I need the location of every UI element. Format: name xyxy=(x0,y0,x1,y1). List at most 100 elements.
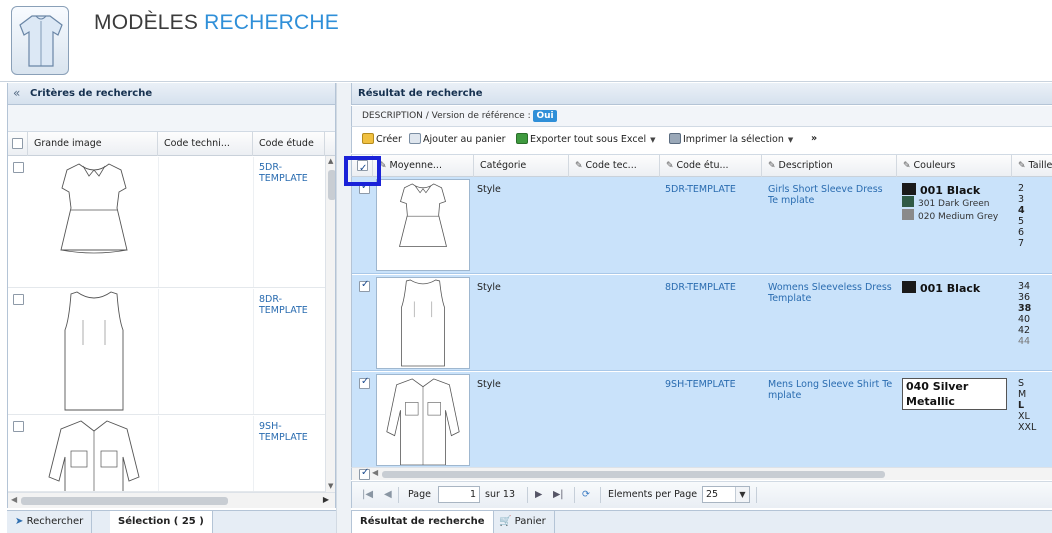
col-grande-image[interactable]: Grande image xyxy=(28,132,158,156)
size-item: 2 xyxy=(1018,183,1025,194)
table-row[interactable]: Style 8DR-TEMPLATE Womens Sleeveless Dre… xyxy=(352,275,1052,371)
tab-selection[interactable]: Sélection ( 25 ) xyxy=(110,511,213,533)
pagination-bar: |◀ ◀ Page 1 sur 13 ▶ ▶| ⟳ Elements per P… xyxy=(351,481,1052,508)
search-criteria-header: « Critères de recherche xyxy=(7,83,336,105)
left-subheader xyxy=(8,105,335,132)
scroll-thumb[interactable] xyxy=(328,170,335,200)
pencil-icon: ✎ xyxy=(768,161,776,171)
col-code-etude-label: Code étu... xyxy=(676,160,729,171)
next-page-icon[interactable]: ▶ xyxy=(535,489,542,500)
panel-splitter[interactable] xyxy=(336,83,351,533)
select-all-checkbox[interactable] xyxy=(12,138,23,149)
create-label: Créer xyxy=(376,134,402,145)
row-checkbox[interactable] xyxy=(13,162,24,173)
row-description[interactable]: Girls Short Sleeve Dress Te mplate xyxy=(768,184,893,206)
table-row[interactable]: 8DR-TEMPLATE xyxy=(8,289,325,415)
print-selection-button[interactable]: Imprimer la sélection ▼ xyxy=(669,133,793,145)
scroll-thumb[interactable] xyxy=(382,471,885,478)
collapse-icon[interactable]: « xyxy=(13,83,20,104)
color-swatch xyxy=(902,281,916,293)
selection-grid: Grande image Code techni... Code étude 5… xyxy=(7,105,336,508)
table-row[interactable]: 5DR-TEMPLATE xyxy=(8,157,325,288)
col-categorie[interactable]: Catégorie xyxy=(474,155,569,177)
row-code-etude[interactable]: 5DR-TEMPLATE xyxy=(259,162,325,184)
title-part-2: RECHERCHE xyxy=(204,11,339,34)
app-header: MODÈLES RECHERCHE xyxy=(0,0,1052,82)
results-title: Résultat de recherche xyxy=(358,88,483,99)
search-arrow-icon: ➤ xyxy=(15,516,24,527)
row-code-etude[interactable]: 5DR-TEMPLATE xyxy=(665,184,736,195)
row-code-etude[interactable]: 8DR-TEMPLATE xyxy=(665,282,736,293)
col-code-technique-label: Code tec... xyxy=(585,160,637,171)
table-row[interactable]: Style 5DR-TEMPLATE Girls Short Sleeve Dr… xyxy=(352,177,1052,274)
left-horizontal-scrollbar[interactable]: ◀ ▶ xyxy=(8,492,335,508)
row-checkbox[interactable] xyxy=(13,294,24,305)
print-selection-label: Imprimer la sélection xyxy=(683,134,784,145)
col-description[interactable]: ✎ Description xyxy=(762,155,897,177)
scroll-left-icon[interactable]: ◀ xyxy=(11,495,17,504)
col-taille[interactable]: ✎ Taille xyxy=(1012,155,1052,177)
col-couleurs[interactable]: ✎ Couleurs xyxy=(897,155,1012,177)
search-criteria-title: Critères de recherche xyxy=(30,88,153,99)
row-code-etude[interactable]: 9SH-TEMPLATE xyxy=(259,421,325,443)
row-category: Style xyxy=(477,184,501,195)
select-all-checkbox-cell[interactable] xyxy=(8,132,28,156)
tab-rechercher[interactable]: ➤ Rechercher xyxy=(7,511,93,533)
table-row[interactable]: 9SH-TEMPLATE xyxy=(8,416,325,492)
per-page-select[interactable]: 25 ▼ xyxy=(702,486,750,503)
page-number-input[interactable]: 1 xyxy=(438,486,480,503)
first-page-icon[interactable]: |◀ xyxy=(362,489,373,500)
shirt-thumbnail-image xyxy=(48,420,140,491)
col-code-technique[interactable]: Code techni... xyxy=(158,132,253,156)
more-icon[interactable]: » xyxy=(811,133,817,144)
per-page-label: Elements per Page xyxy=(608,489,698,500)
color-label: 020 Medium Grey xyxy=(918,212,999,222)
dress-thumbnail-image xyxy=(376,179,470,271)
shirt-logo-icon xyxy=(11,6,69,75)
col-moyenne-image[interactable]: ✎ Moyenne... xyxy=(373,155,474,177)
row-category: Style xyxy=(477,379,501,390)
table-row[interactable]: Style 9SH-TEMPLATE Mens Long Sleeve Shir… xyxy=(352,372,1052,467)
add-to-cart-button[interactable]: Ajouter au panier xyxy=(409,133,506,145)
create-button[interactable]: Créer xyxy=(362,133,402,145)
cart-icon xyxy=(409,133,421,144)
row-description[interactable]: Womens Sleeveless Dress Template xyxy=(768,282,893,304)
scroll-down-icon[interactable]: ▼ xyxy=(328,482,333,490)
col-code-technique[interactable]: ✎ Code tec... xyxy=(569,155,660,177)
col-code-etude[interactable]: Code étude xyxy=(253,132,325,156)
tab-panier-label: Panier xyxy=(514,516,546,527)
scroll-left-icon[interactable]: ◀ xyxy=(372,468,378,477)
scroll-up-icon[interactable]: ▲ xyxy=(328,157,333,165)
size-item: 7 xyxy=(1018,238,1025,249)
row-description[interactable]: Mens Long Sleeve Shirt Te mplate xyxy=(768,379,893,401)
results-header: Résultat de recherche xyxy=(351,83,1052,105)
results-horizontal-scrollbar[interactable]: ◀ xyxy=(351,467,1052,480)
footer-checkbox[interactable] xyxy=(359,467,370,480)
last-page-icon[interactable]: ▶| xyxy=(553,489,564,500)
results-toolbar: Créer Ajouter au panier Exporter tout so… xyxy=(351,127,1052,153)
size-item: M xyxy=(1018,389,1027,400)
refresh-icon[interactable]: ⟳ xyxy=(582,489,590,500)
row-sizes: 2 3 4 5 6 7 xyxy=(1018,183,1025,249)
page-title: MODÈLES RECHERCHE xyxy=(94,11,339,35)
prev-page-icon[interactable]: ◀ xyxy=(384,489,392,500)
results-column-header: ✎Moyenne... Catégorie ✎Code tec... ✎Code… xyxy=(351,154,1052,177)
row-code-etude[interactable]: 8DR-TEMPLATE xyxy=(259,294,325,316)
tab-resultat[interactable]: Résultat de recherche xyxy=(352,511,494,533)
row-code-etude[interactable]: 9SH-TEMPLATE xyxy=(665,379,736,390)
left-vertical-scrollbar[interactable]: ▲ ▼ xyxy=(325,156,335,492)
size-item: S xyxy=(1018,378,1025,389)
row-checkbox[interactable] xyxy=(13,421,24,432)
tab-panier[interactable]: 🛒 Panier xyxy=(491,511,555,533)
color-label-box: 040 Silver Metallic xyxy=(902,378,1007,410)
export-excel-button[interactable]: Exporter tout sous Excel ▼ xyxy=(516,133,655,145)
col-code-etude[interactable]: ✎ Code étu... xyxy=(660,155,762,177)
scroll-right-icon[interactable]: ▶ xyxy=(323,495,329,504)
row-checkbox[interactable] xyxy=(359,376,370,389)
row-checkbox[interactable] xyxy=(359,279,370,292)
create-icon xyxy=(362,133,374,144)
scroll-thumb[interactable] xyxy=(21,497,228,505)
chevron-down-icon[interactable]: ▼ xyxy=(735,487,749,502)
tab-rechercher-label: Rechercher xyxy=(26,516,84,527)
add-to-cart-label: Ajouter au panier xyxy=(423,134,506,145)
